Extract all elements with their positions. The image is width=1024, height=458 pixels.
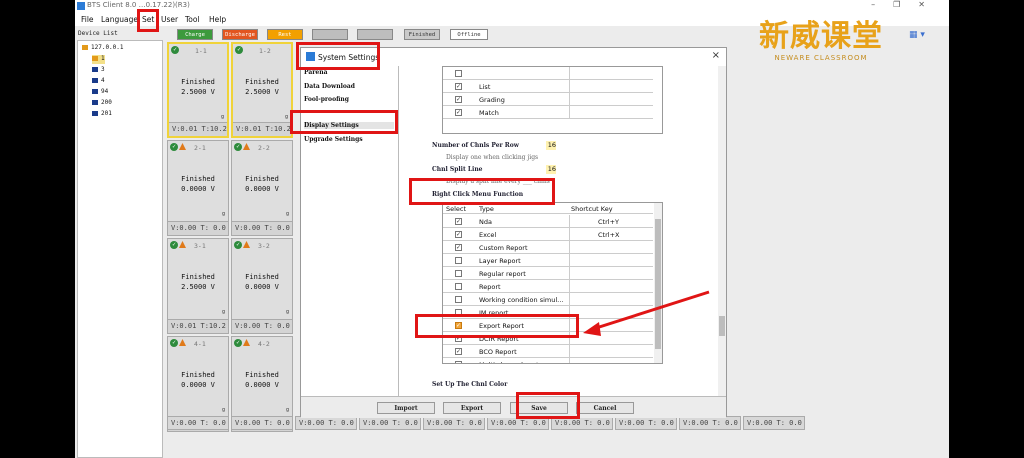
annotation-arrow [583,290,710,336]
arrow-shaft [592,290,710,331]
app-window: BTS Client 8.0 …0.17.22)(R3) –❐✕ File La… [75,0,949,458]
arrow-head [583,322,601,336]
